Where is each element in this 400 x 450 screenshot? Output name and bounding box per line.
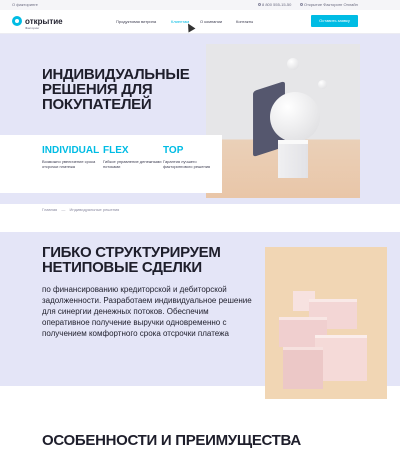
sphere-tiny: [318, 80, 327, 89]
feature-title: INDIVIDUAL: [42, 145, 100, 156]
breadcrumb-current: Индивидуальные решения: [69, 207, 120, 212]
submit-request-button[interactable]: Оставить заявку: [311, 15, 358, 27]
feature-individual: INDIVIDUAL Возможно увеличение срока отс…: [42, 145, 102, 170]
nav-item-label: Контакты: [236, 19, 254, 24]
sphere-large: [270, 92, 320, 142]
online-factoring-link[interactable]: Открытие Факторинг Онлайн: [300, 2, 358, 7]
feature-text: Возможно увеличение срока отсрочки плате…: [42, 159, 96, 169]
feature-top: TOP Гарантия лучшего факторингового реше…: [163, 145, 223, 170]
logo-subtitle: Факторинг: [25, 26, 40, 30]
feature-title: FLEX: [103, 145, 129, 156]
box-shape: [283, 347, 323, 389]
hero-image: [206, 44, 360, 198]
nav-item-about[interactable]: О компании: [200, 19, 222, 24]
feature-text: Гарантия лучшего факторингового решения: [163, 159, 211, 169]
feature-text: Гибкое управление денежными потоками: [103, 159, 162, 169]
nav-item-label: О компании: [200, 19, 223, 24]
phone-link[interactable]: 8 800 555-15-50: [258, 2, 291, 7]
about-factoring-link[interactable]: О факторинге: [12, 2, 38, 7]
breadcrumb: Главная — Индивидуальные решения: [42, 207, 119, 212]
sphere-small: [287, 58, 299, 70]
boxes-image: [265, 247, 387, 399]
section-title: ГИБКО СТРУКТУРИРУЕМ НЕТИПОВЫЕ СДЕЛКИ: [42, 244, 221, 276]
phone-icon: [258, 3, 261, 7]
features-section-title: ОСОБЕННОСТИ И ПРЕИМУЩЕСТВА: [42, 432, 301, 449]
logo-text: открытие: [25, 16, 63, 26]
login-icon: [300, 3, 303, 7]
nav-item-label: Продуктовая витрина: [116, 19, 157, 24]
feature-title: TOP: [163, 145, 184, 156]
cube-pedestal: [278, 140, 308, 178]
online-factoring-label: Открытие Факторинг Онлайн: [304, 2, 358, 7]
breadcrumb-separator: —: [61, 207, 66, 212]
top-utility-bar: О факторинге 8 800 555-15-50 Открытие Фа…: [0, 0, 400, 10]
feature-flex: FLEX Гибкое управление денежными потокам…: [103, 145, 163, 170]
nav-item-products[interactable]: Продуктовая витрина: [116, 19, 156, 24]
section-description: по финансированию кредиторской и дебитор…: [42, 285, 252, 338]
breadcrumb-home[interactable]: Главная: [42, 207, 57, 212]
nav-item-contacts[interactable]: Контакты: [236, 19, 253, 24]
main-header: открытие Факторинг Продуктовая витрина К…: [0, 10, 400, 34]
logo-mark-icon: [12, 16, 22, 26]
phone-number: 8 800 555-15-50: [262, 2, 292, 7]
hero-title: ИНДИВИДУАЛЬНЫЕ РЕШЕНИЯ ДЛЯ ПОКУПАТЕЛЕЙ: [42, 66, 190, 113]
logo[interactable]: открытие: [12, 16, 63, 26]
